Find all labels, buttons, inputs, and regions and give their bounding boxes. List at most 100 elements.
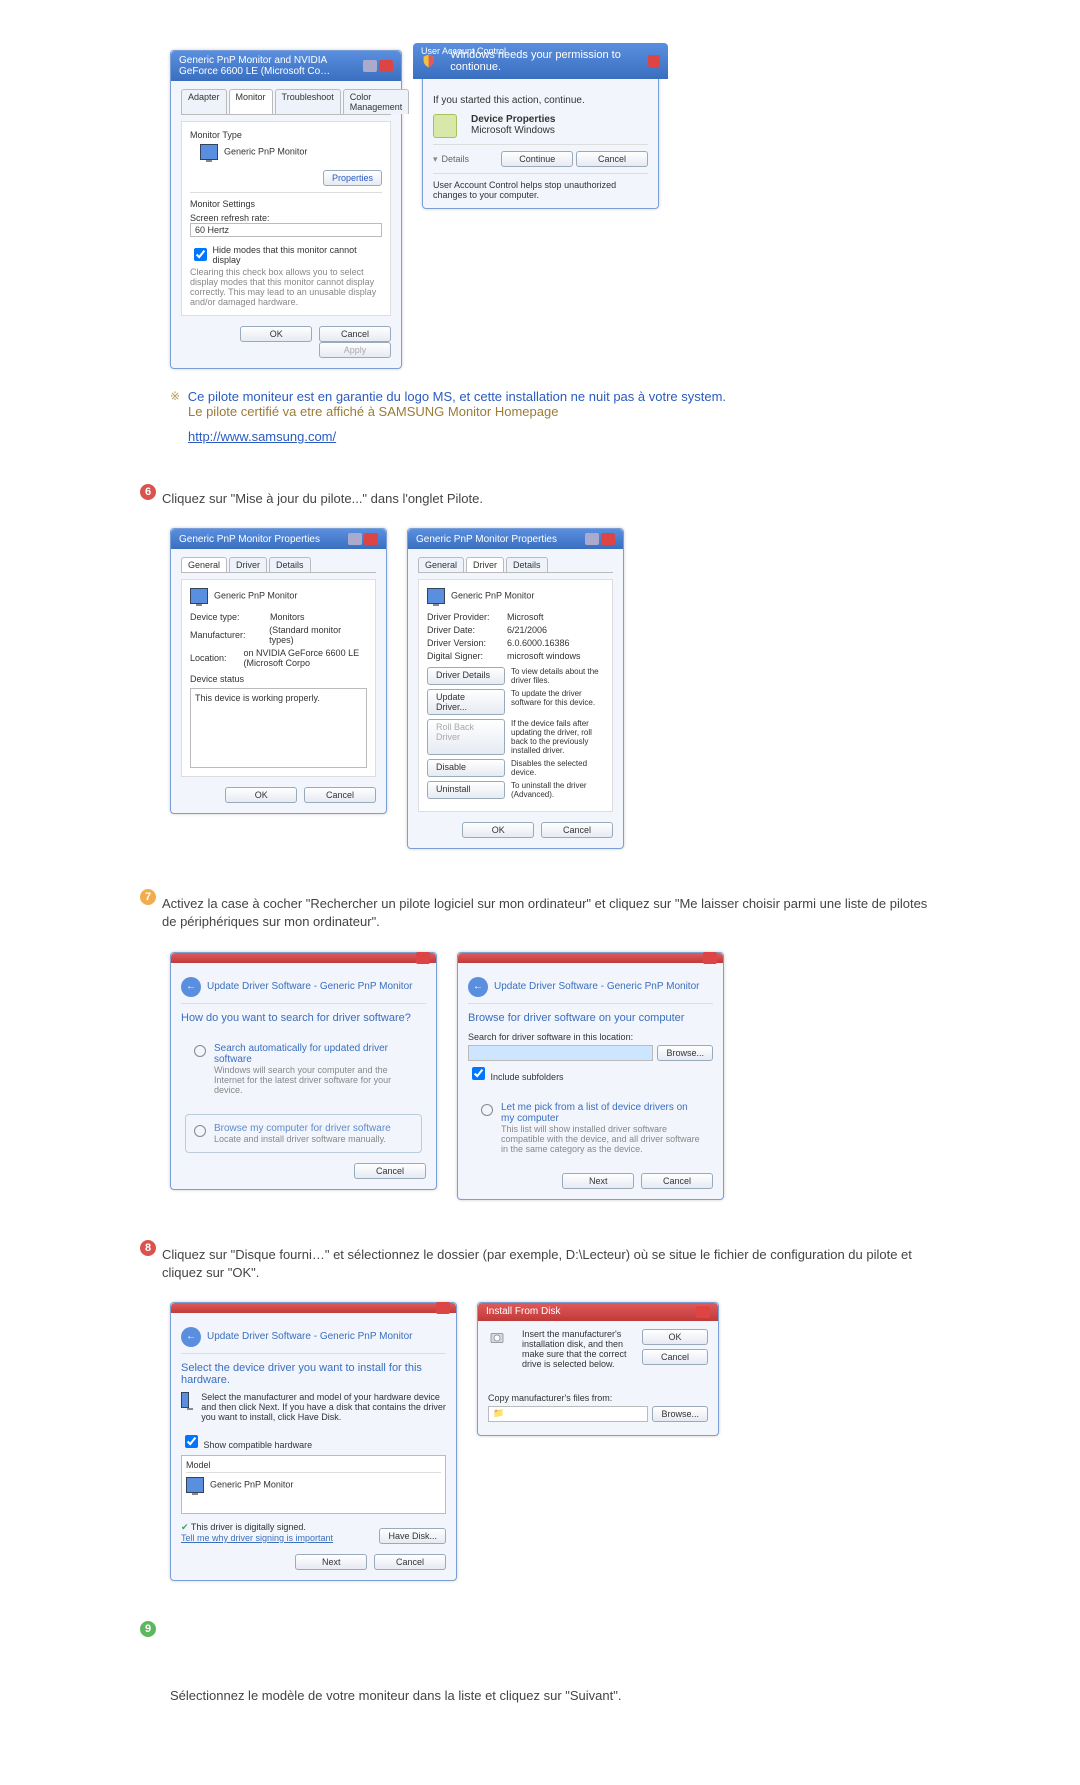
uac-title: User Account Control [421, 46, 506, 56]
dialog-title: Generic PnP Monitor and NVIDIA GeForce 6… [179, 55, 363, 77]
select-device-dialog: ← Update Driver Software - Generic PnP M… [170, 1302, 457, 1581]
cancel-button[interactable]: Cancel [541, 822, 613, 838]
uac-dialog: User Account Control Windows needs your … [422, 50, 659, 209]
disable-button[interactable]: Disable [427, 759, 505, 777]
uac-details[interactable]: Details [442, 154, 470, 164]
monitor-name: Generic PnP Monitor [451, 591, 534, 601]
hide-modes-checkbox[interactable] [194, 248, 207, 261]
monitor-icon [190, 588, 208, 604]
ok-button[interactable]: OK [225, 787, 297, 803]
wizard-breadcrumb: Update Driver Software - Generic PnP Mon… [207, 981, 412, 992]
wizard-instr: Select the manufacturer and model of you… [201, 1392, 446, 1422]
step-7-badge: 7 [140, 889, 156, 905]
cancel-button[interactable]: Cancel [576, 151, 648, 167]
cancel-button[interactable]: Cancel [374, 1554, 446, 1570]
monitor-icon [200, 144, 218, 160]
tab-troubleshoot[interactable]: Troubleshoot [275, 89, 341, 114]
uninstall-button[interactable]: Uninstall [427, 781, 505, 799]
refresh-label: Screen refresh rate: [190, 213, 382, 223]
close-icon[interactable] [436, 1302, 450, 1314]
note-line2: Le pilote certifié va etre affiché à SAM… [188, 404, 558, 419]
tab-adapter[interactable]: Adapter [181, 89, 227, 114]
signed-icon: ✔ [181, 1522, 189, 1532]
close-icon[interactable] [364, 533, 378, 545]
back-icon[interactable]: ← [468, 977, 488, 997]
refresh-select[interactable]: 60 Hertz [190, 223, 382, 237]
signing-link[interactable]: Tell me why driver signing is important [181, 1533, 333, 1543]
step-7-text: Activez la case à cocher "Rechercher un … [162, 895, 940, 931]
browse-computer-option[interactable]: Browse my computer for driver softwareLo… [185, 1114, 422, 1153]
update-driver-button[interactable]: Update Driver... [427, 689, 505, 715]
step-9-text: Sélectionnez le modèle de votre moniteur… [170, 1687, 940, 1705]
continue-button[interactable]: Continue [501, 151, 573, 167]
close-icon[interactable] [648, 55, 660, 67]
note-line1: Ce pilote moniteur est en garantie du lo… [188, 389, 726, 404]
expand-icon[interactable]: ▾ [433, 154, 438, 165]
wizard-breadcrumb: Update Driver Software - Generic PnP Mon… [494, 981, 699, 992]
hide-modes-note: Clearing this check box allows you to se… [190, 267, 382, 307]
samsung-link[interactable]: http://www.samsung.com/ [188, 429, 336, 444]
monitor-name: Generic PnP Monitor [214, 591, 297, 601]
browse-button[interactable]: Browse... [652, 1406, 708, 1422]
minimize-icon[interactable] [363, 60, 377, 72]
model-header: Model [186, 1460, 441, 1473]
step-6-text: Cliquez sur "Mise à jour du pilote..." d… [162, 490, 940, 508]
close-icon[interactable] [703, 952, 717, 964]
cancel-button[interactable]: Cancel [304, 787, 376, 803]
rollback-button[interactable]: Roll Back Driver [427, 719, 505, 755]
step-8-text: Cliquez sur "Disque fourni…" et sélectio… [162, 1246, 940, 1282]
ok-button[interactable]: OK [462, 822, 534, 838]
close-icon[interactable] [601, 533, 615, 545]
radio-icon [481, 1104, 493, 1116]
tab-driver[interactable]: Driver [229, 557, 267, 572]
tab-general[interactable]: General [418, 557, 464, 572]
copy-path-input[interactable]: 📁 [488, 1406, 648, 1422]
cancel-button[interactable]: Cancel [319, 326, 391, 342]
uac-device-props: Device Properties [471, 114, 556, 125]
device-status-box: This device is working properly. [190, 688, 367, 768]
tab-driver[interactable]: Driver [466, 557, 504, 572]
tab-details[interactable]: Details [506, 557, 548, 572]
driver-details-button[interactable]: Driver Details [427, 667, 505, 685]
search-label: Search for driver software in this locat… [468, 1032, 713, 1042]
cancel-button[interactable]: Cancel [354, 1163, 426, 1179]
close-icon[interactable] [416, 952, 430, 964]
ok-button[interactable]: OK [240, 326, 312, 342]
include-subfolders-checkbox[interactable] [472, 1067, 485, 1080]
tab-general[interactable]: General [181, 557, 227, 572]
location-input[interactable] [468, 1045, 653, 1061]
cancel-button[interactable]: Cancel [642, 1349, 708, 1365]
close-icon[interactable] [379, 60, 393, 72]
tab-monitor[interactable]: Monitor [229, 89, 273, 114]
apply-button[interactable]: Apply [319, 342, 391, 358]
uac-ms-windows: Microsoft Windows [471, 125, 556, 136]
update-driver-wizard-2: ← Update Driver Software - Generic PnP M… [457, 952, 724, 1200]
monitor-name: Generic PnP Monitor [224, 146, 307, 156]
pick-list-option[interactable]: Let me pick from a list of device driver… [472, 1093, 709, 1163]
monitor-icon [181, 1392, 189, 1408]
ok-button[interactable]: OK [642, 1329, 708, 1345]
device-icon [433, 114, 457, 138]
model-item[interactable]: Generic PnP Monitor [210, 1479, 293, 1489]
minimize-icon[interactable] [348, 533, 362, 545]
back-icon[interactable]: ← [181, 1327, 201, 1347]
search-auto-option[interactable]: Search automatically for updated driver … [185, 1034, 422, 1104]
next-button[interactable]: Next [295, 1554, 367, 1570]
generic-pnp-driver-dialog: Generic PnP Monitor Properties General D… [407, 528, 624, 849]
monitor-icon [186, 1477, 204, 1493]
properties-button[interactable]: Properties [323, 170, 382, 186]
browse-button[interactable]: Browse... [657, 1045, 713, 1061]
generic-pnp-general-dialog: Generic PnP Monitor Properties General D… [170, 528, 387, 814]
back-icon[interactable]: ← [181, 977, 201, 997]
have-disk-button[interactable]: Have Disk... [379, 1528, 446, 1544]
close-icon[interactable] [696, 1306, 710, 1318]
minimize-icon[interactable] [585, 533, 599, 545]
monitor-settings-label: Monitor Settings [190, 199, 382, 209]
next-button[interactable]: Next [562, 1173, 634, 1189]
cancel-button[interactable]: Cancel [641, 1173, 713, 1189]
show-compatible-checkbox[interactable] [185, 1435, 198, 1448]
tab-details[interactable]: Details [269, 557, 311, 572]
step-8-badge: 8 [140, 1240, 156, 1256]
dialog-title: Generic PnP Monitor Properties [179, 534, 320, 545]
tab-colormgmt[interactable]: Color Management [343, 89, 410, 114]
